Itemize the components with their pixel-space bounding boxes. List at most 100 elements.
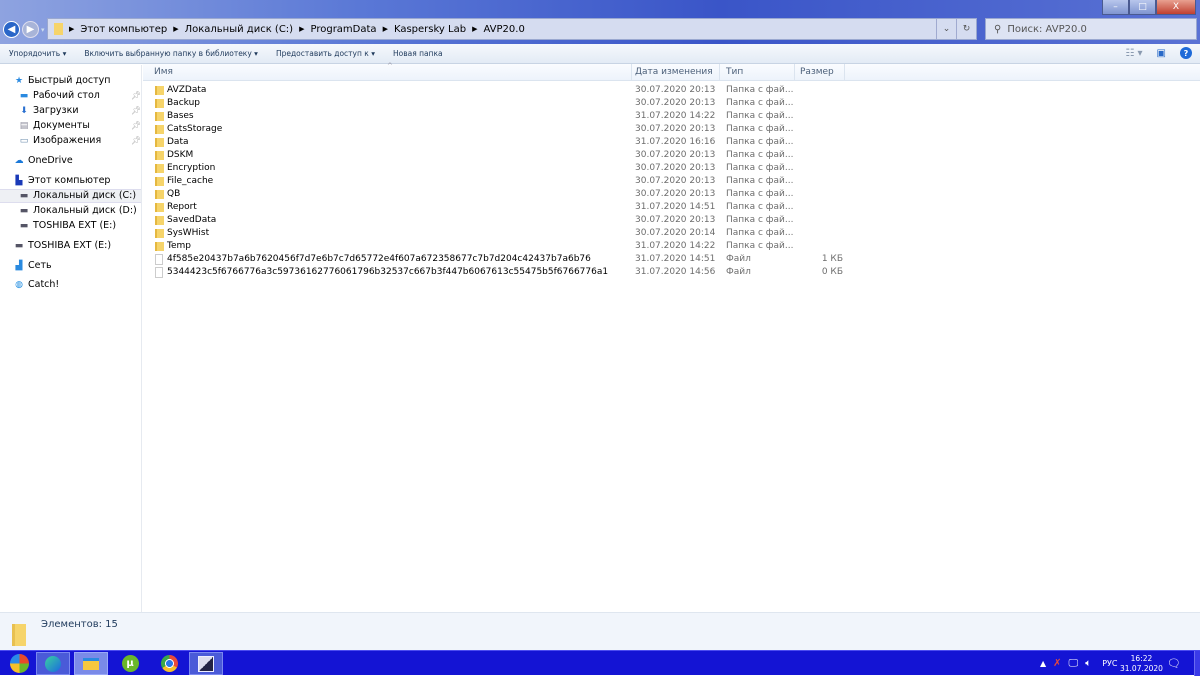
sidebar-item-desktop[interactable]: ▬ Рабочий стол — [19, 90, 100, 101]
sidebar-item-disk-c[interactable]: ▬ Локальный диск (C:) — [19, 190, 136, 201]
file-row[interactable]: Data 31.07.2020 16:16 Папка с фай... — [143, 136, 1200, 149]
document-icon: ▤ — [19, 120, 29, 131]
file-date: 31.07.2020 16:16 — [635, 137, 716, 147]
search-icon: ⚲ — [994, 23, 1002, 35]
organize-button[interactable]: Упорядочить ▾ — [0, 49, 75, 58]
file-name: DSKM — [167, 150, 194, 160]
folder-icon — [155, 216, 164, 225]
pin-icon[interactable]: 📌︎ — [131, 121, 141, 130]
address-history-dropdown[interactable]: ⌄ — [936, 19, 956, 39]
search-input[interactable]: ⚲ Поиск: AVP20.0 — [985, 18, 1197, 40]
taskbar-explorer[interactable] — [74, 652, 108, 675]
search-placeholder: Поиск: AVP20.0 — [1007, 23, 1087, 35]
taskbar-utorrent[interactable]: µ — [113, 652, 147, 675]
file-date: 30.07.2020 20:13 — [635, 150, 716, 160]
file-row[interactable]: File_cache 30.07.2020 20:13 Папка с фай.… — [143, 175, 1200, 188]
language-indicator[interactable]: РУС — [1102, 659, 1117, 668]
pin-icon[interactable]: 📌︎ — [131, 91, 141, 100]
file-row[interactable]: Encryption 30.07.2020 20:13 Папка с фай.… — [143, 162, 1200, 175]
column-header-name[interactable]: Имя ^ — [143, 62, 632, 81]
file-row[interactable]: SavedData 30.07.2020 20:13 Папка с фай..… — [143, 214, 1200, 227]
taskbar-chrome[interactable] — [152, 652, 186, 675]
include-in-library-button[interactable]: Включить выбранную папку в библиотеку ▾ — [75, 49, 267, 58]
sidebar-item-label: Локальный диск (D:) — [33, 205, 137, 216]
sidebar-item-downloads[interactable]: ⬇ Загрузки — [19, 105, 78, 116]
breadcrumb-programdata[interactable]: ProgramData — [310, 24, 376, 35]
file-type: Папка с фай... — [726, 111, 794, 121]
file-type: Файл — [726, 267, 751, 277]
sidebar-item-label: Локальный диск (C:) — [33, 190, 137, 201]
sidebar-item-toshiba-ext[interactable]: ▬ TOSHIBA EXT (E:) — [14, 240, 111, 251]
start-button[interactable] — [2, 652, 36, 675]
kaspersky-tray-icon[interactable]: ✗ — [1053, 658, 1061, 669]
show-hidden-icons-icon[interactable]: ▲ — [1040, 659, 1046, 668]
sidebar-item-disk-e[interactable]: ▬ TOSHIBA EXT (E:) — [19, 220, 116, 231]
sidebar-item-disk-d[interactable]: ▬ Локальный диск (D:) — [19, 205, 137, 216]
file-name: 4f585e20437b7a6b7620456f7d7e6b7c7d65772e… — [167, 254, 591, 264]
file-row[interactable]: Backup 30.07.2020 20:13 Папка с фай... — [143, 97, 1200, 110]
network-tray-icon[interactable]: 🖵︎ — [1069, 658, 1079, 669]
file-list: AVZData 30.07.2020 20:13 Папка с фай... … — [143, 84, 1200, 279]
forward-button[interactable]: ▶ — [22, 21, 39, 38]
column-header-size[interactable]: Размер — [795, 64, 845, 81]
sidebar-item-catch[interactable]: ◍ Catch! — [14, 279, 59, 290]
action-center-icon[interactable]: 🗨︎ — [1167, 651, 1181, 676]
column-header-date[interactable]: Дата изменения — [632, 64, 720, 81]
help-icon[interactable]: ? — [1180, 47, 1192, 59]
arrow-right-icon: ▶ — [26, 24, 35, 35]
sidebar-item-quick-access[interactable]: ★ Быстрый доступ — [14, 75, 111, 86]
file-row[interactable]: Temp 31.07.2020 14:22 Папка с фай... — [143, 240, 1200, 253]
sidebar-item-pictures[interactable]: ▭ Изображения — [19, 135, 101, 146]
file-row[interactable]: DSKM 30.07.2020 20:13 Папка с фай... — [143, 149, 1200, 162]
breadcrumb-kaspersky[interactable]: Kaspersky Lab — [394, 24, 466, 35]
sidebar-item-label: TOSHIBA EXT (E:) — [33, 220, 117, 231]
file-row[interactable]: Report 31.07.2020 14:51 Папка с фай... — [143, 201, 1200, 214]
file-name: Bases — [167, 111, 194, 121]
clock[interactable]: 16:22 31.07.2020 — [1120, 651, 1163, 676]
taskbar-app[interactable] — [189, 652, 223, 675]
close-button[interactable]: X — [1156, 0, 1196, 15]
file-row[interactable]: QB 30.07.2020 20:13 Папка с фай... — [143, 188, 1200, 201]
folder-icon — [155, 151, 164, 160]
file-name: AVZData — [167, 85, 207, 95]
computer-icon: ▙ — [15, 175, 23, 186]
sort-ascending-icon: ^ — [387, 62, 393, 70]
minimize-button[interactable]: – — [1102, 0, 1129, 15]
maximize-button[interactable]: □ — [1129, 0, 1156, 15]
item-count: Элементов: 15 — [41, 619, 118, 630]
pin-icon[interactable]: 📌︎ — [131, 106, 141, 115]
chrome-icon — [160, 655, 178, 672]
preview-pane-icon[interactable]: ▣ — [1157, 48, 1166, 59]
file-row[interactable]: SysWHist 30.07.2020 20:14 Папка с фай... — [143, 227, 1200, 240]
column-header-type[interactable]: Тип — [720, 64, 795, 81]
file-row[interactable]: 4f585e20437b7a6b7620456f7d7e6b7c7d65772e… — [143, 253, 1200, 266]
sidebar-item-onedrive[interactable]: ☁ OneDrive — [14, 155, 73, 166]
file-date: 31.07.2020 14:22 — [635, 111, 716, 121]
volume-icon[interactable]: 🔈︎ — [1085, 658, 1091, 669]
pin-icon[interactable]: 📌︎ — [131, 136, 141, 145]
breadcrumb-this-pc[interactable]: Этот компьютер — [80, 24, 167, 35]
sidebar-item-this-pc[interactable]: ▙ Этот компьютер — [14, 175, 111, 186]
breadcrumb-disk-c[interactable]: Локальный диск (C:) — [185, 24, 294, 35]
new-folder-button[interactable]: Новая папка — [384, 49, 452, 58]
file-size: 1 КБ — [821, 254, 843, 264]
taskbar-edge[interactable] — [36, 652, 70, 675]
utorrent-icon: µ — [121, 655, 139, 672]
sidebar-item-documents[interactable]: ▤ Документы — [19, 120, 90, 131]
file-row[interactable]: 5344423c5f6766776a3c59736162776061796b32… — [143, 266, 1200, 279]
file-row[interactable]: CatsStorage 30.07.2020 20:13 Папка с фай… — [143, 123, 1200, 136]
file-date: 31.07.2020 14:51 — [635, 254, 716, 264]
view-options-icon[interactable]: ☷ ▾ — [1125, 48, 1142, 59]
breadcrumb-avp[interactable]: AVP20.0 — [483, 24, 524, 35]
recent-dropdown-icon[interactable]: ▾ — [41, 21, 45, 38]
catch-app-icon: ◍ — [15, 279, 23, 290]
share-with-button[interactable]: Предоставить доступ к ▾ — [267, 49, 384, 58]
refresh-button[interactable]: ↻ — [956, 19, 976, 39]
back-button[interactable]: ◀ — [3, 21, 20, 38]
file-row[interactable]: AVZData 30.07.2020 20:13 Папка с фай... — [143, 84, 1200, 97]
column-label: Размер — [800, 67, 834, 77]
show-desktop-button[interactable] — [1194, 651, 1200, 676]
sidebar-item-network[interactable]: ▟ Сеть — [14, 260, 52, 271]
file-row[interactable]: Bases 31.07.2020 14:22 Папка с фай... — [143, 110, 1200, 123]
address-bar[interactable]: ▶ Этот компьютер ▶ Локальный диск (C:) ▶… — [47, 18, 977, 40]
